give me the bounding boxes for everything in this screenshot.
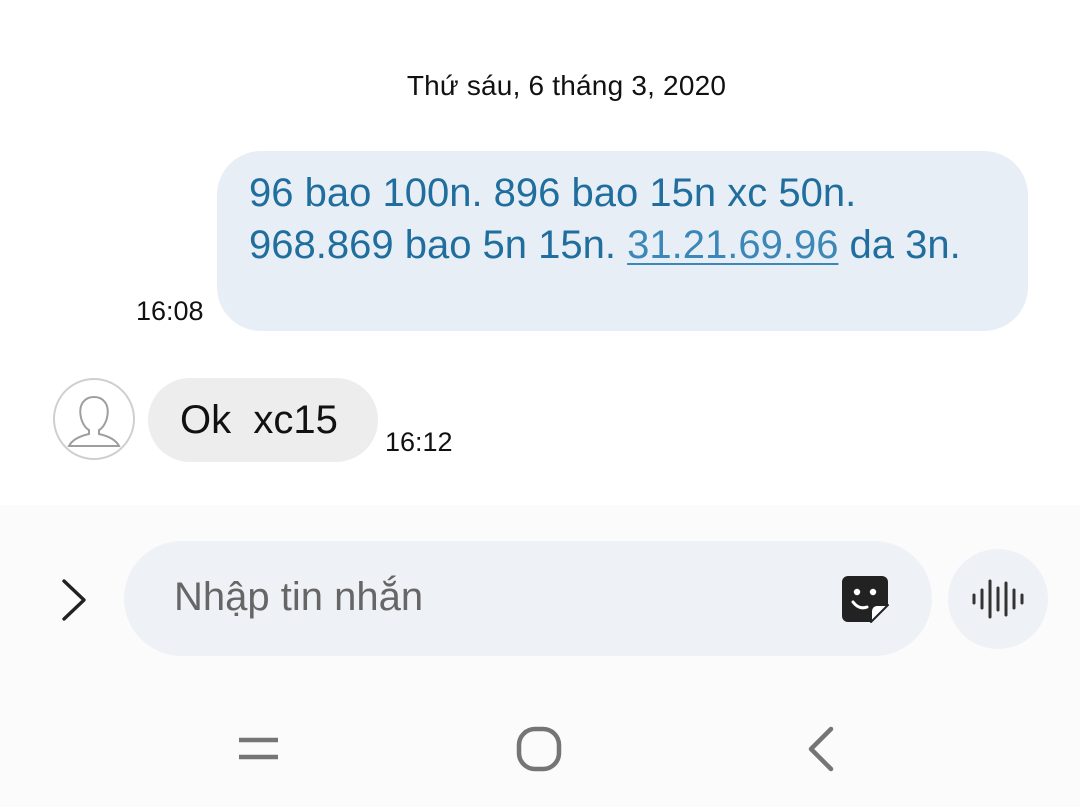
back-button[interactable] bbox=[780, 713, 860, 783]
voice-input-button[interactable] bbox=[948, 549, 1048, 649]
message-input[interactable] bbox=[174, 567, 814, 627]
contact-avatar[interactable] bbox=[53, 378, 135, 460]
recent-apps-button[interactable] bbox=[218, 713, 298, 783]
sent-message-bubble[interactable]: 96 bao 100n. 896 bao 15n xc 50n. 968.869… bbox=[217, 151, 1028, 331]
date-header: Thứ sáu, 6 tháng 3, 2020 bbox=[406, 70, 727, 101]
sticker-button[interactable] bbox=[840, 574, 890, 624]
message-time: 16:08 bbox=[136, 296, 204, 326]
sticker-icon bbox=[842, 576, 889, 623]
voice-waveform-icon bbox=[972, 579, 1024, 619]
back-icon bbox=[808, 726, 834, 772]
received-message-bubble[interactable]: Ok xc15 bbox=[148, 378, 378, 462]
home-icon bbox=[516, 726, 562, 772]
expand-button[interactable] bbox=[50, 573, 100, 627]
message-text: da 3n. bbox=[838, 223, 961, 267]
message-time: 16:12 bbox=[385, 427, 453, 457]
default-person-icon bbox=[67, 395, 121, 447]
recent-apps-icon bbox=[239, 737, 278, 760]
message-field bbox=[124, 541, 932, 656]
home-button[interactable] bbox=[498, 713, 578, 783]
chevron-right-icon bbox=[62, 579, 86, 621]
message-link[interactable]: 31.21.69.96 bbox=[627, 223, 838, 267]
